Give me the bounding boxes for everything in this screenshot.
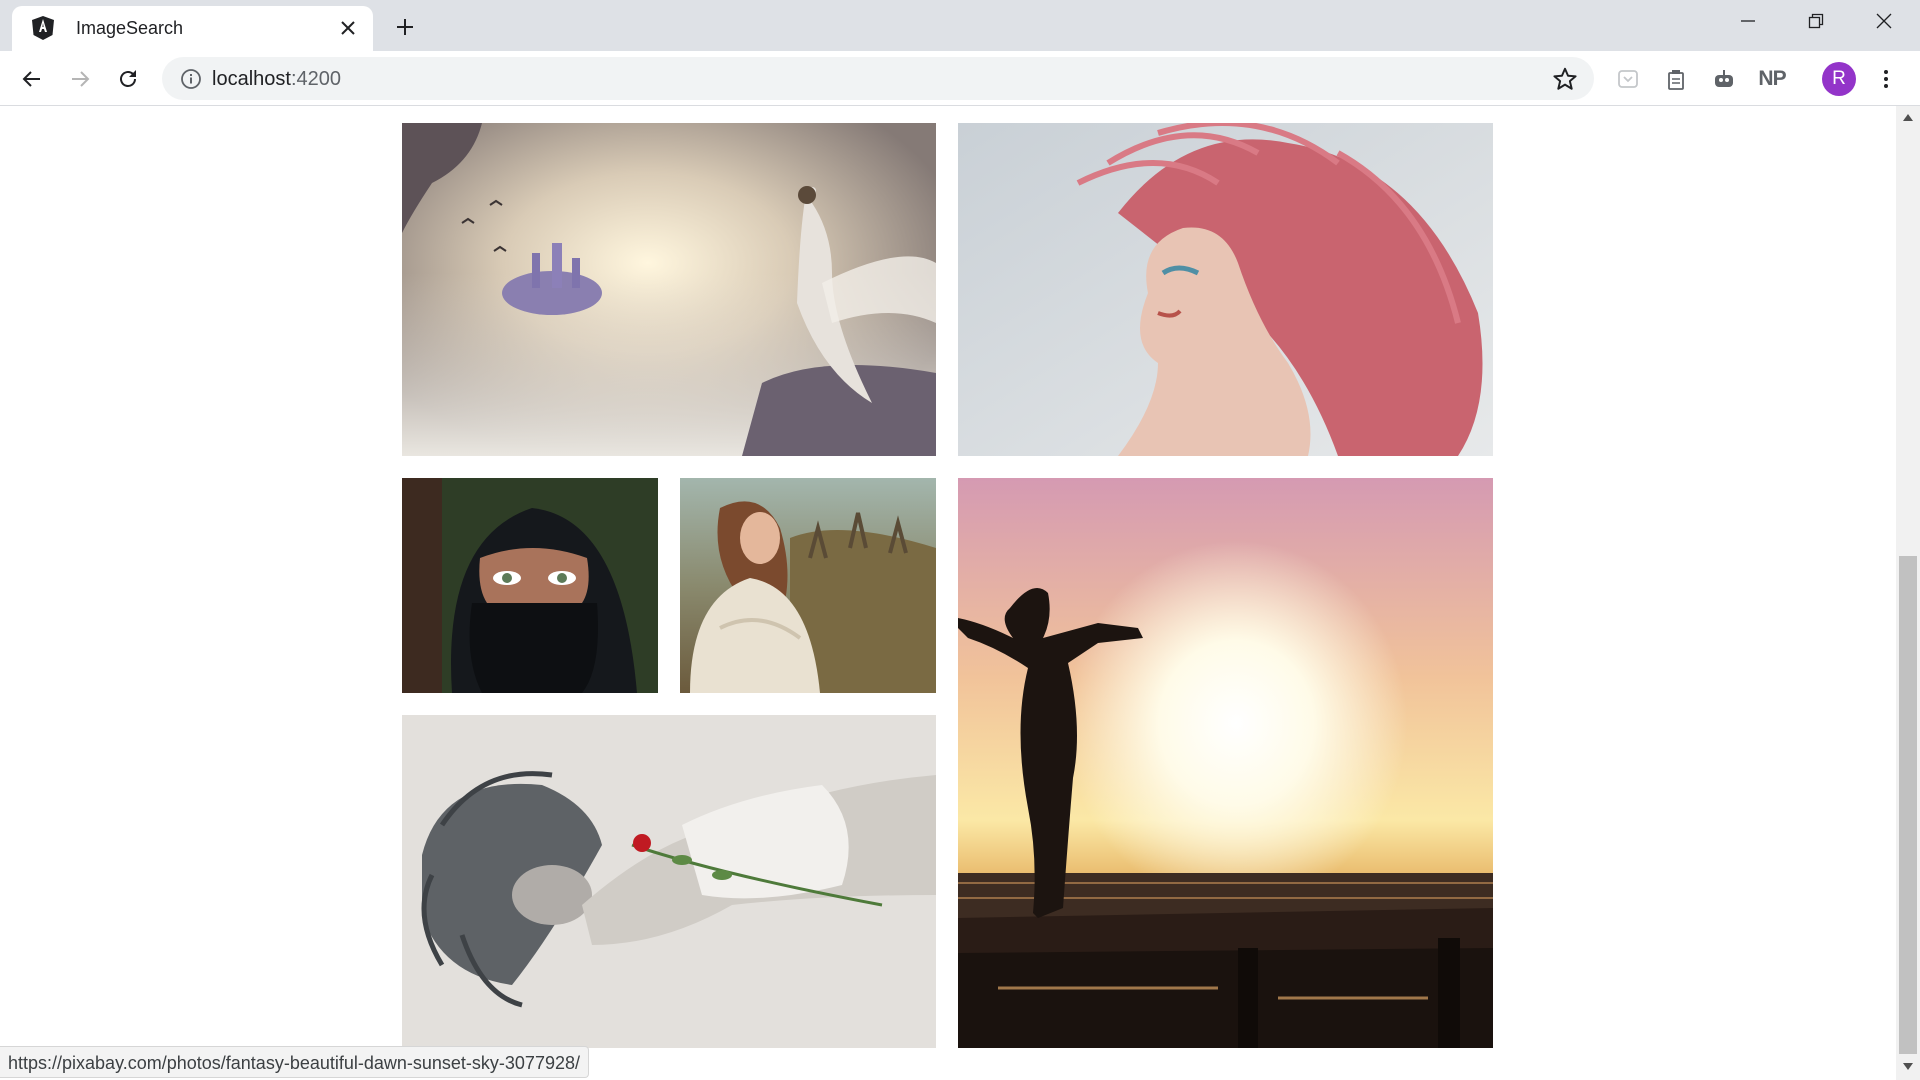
forward-icon[interactable] <box>64 63 96 95</box>
url-port: :4200 <box>290 68 341 90</box>
photo-fantasy-castle-sky[interactable] <box>402 123 936 456</box>
address-bar[interactable]: localhost:4200 <box>162 57 1594 100</box>
browser-tab[interactable]: ImageSearch <box>12 6 373 51</box>
bookmark-star-icon[interactable] <box>1552 66 1578 92</box>
back-icon[interactable] <box>16 63 48 95</box>
np-extension[interactable]: NP <box>1756 63 1788 95</box>
close-window-icon[interactable] <box>1864 6 1904 36</box>
scroll-down-arrow-icon[interactable] <box>1903 1063 1913 1070</box>
photo-woman-autumn[interactable] <box>680 478 936 693</box>
pocket-icon[interactable] <box>1612 63 1644 95</box>
photo-sunset-silhouette[interactable] <box>958 478 1493 1048</box>
url-text[interactable]: localhost:4200 <box>212 68 341 91</box>
close-tab-icon[interactable] <box>336 16 360 40</box>
profile-avatar[interactable]: R <box>1822 62 1856 96</box>
clipboard-icon[interactable] <box>1660 63 1692 95</box>
menu-kebab-icon[interactable] <box>1870 63 1902 95</box>
photo-hijab-eyes[interactable] <box>402 478 658 693</box>
url-host: localhost <box>212 68 291 90</box>
new-tab-icon[interactable] <box>390 12 420 42</box>
vertical-scrollbar[interactable] <box>1896 106 1920 1080</box>
photo-pink-hair[interactable] <box>958 123 1493 456</box>
scroll-up-arrow-icon[interactable] <box>1903 114 1913 121</box>
browser-toolbar: localhost:4200 NP R <box>0 51 1920 106</box>
link-status-bubble: https://pixabay.com/photos/fantasy-beaut… <box>0 1046 589 1078</box>
scroll-thumb[interactable] <box>1899 556 1917 1054</box>
tab-title: ImageSearch <box>76 18 184 38</box>
photo-woman-rose[interactable] <box>402 715 936 1048</box>
tab-strip: ImageSearch <box>0 0 1920 51</box>
restore-icon[interactable] <box>1796 6 1836 36</box>
minimize-icon[interactable] <box>1728 6 1768 36</box>
info-icon[interactable] <box>180 68 202 90</box>
page-viewport <box>0 106 1896 1080</box>
robot-icon[interactable] <box>1708 63 1740 95</box>
reload-icon[interactable] <box>112 63 144 95</box>
angular-icon <box>29 14 57 42</box>
